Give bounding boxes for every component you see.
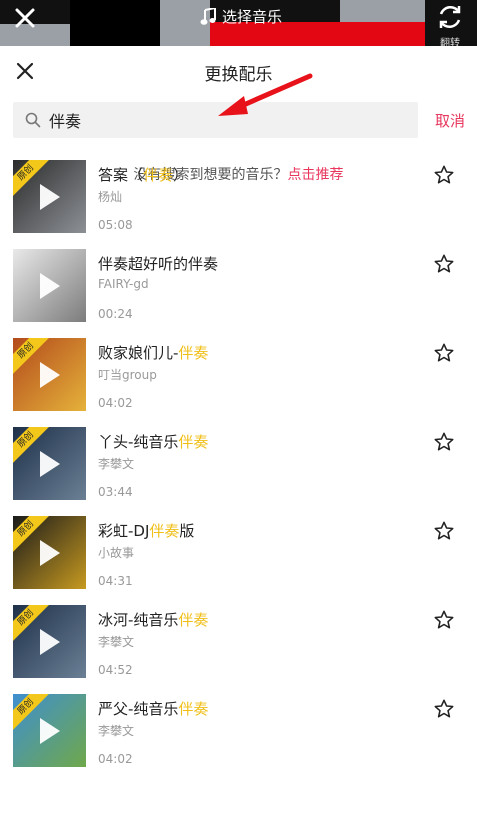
song-list: 原创 答案（伴奏） 杨灿 05:08 伴奏超好听的伴奏 FAIRY-gd 00:… <box>0 156 477 779</box>
song-title-highlight: 伴奏 <box>178 700 209 718</box>
song-artist: 李攀文 <box>98 635 135 649</box>
star-outline-icon[interactable] <box>433 342 455 364</box>
song-row[interactable]: 原创 冰河-纯音乐伴奏 李攀文 04:52 <box>0 601 477 690</box>
song-title-text: 冰河-纯音乐 <box>98 611 179 629</box>
play-icon[interactable] <box>40 629 60 655</box>
play-icon[interactable] <box>40 273 60 299</box>
star-outline-icon[interactable] <box>433 698 455 720</box>
song-title: 丫头-纯音乐伴奏 <box>98 431 208 452</box>
song-title: 冰河-纯音乐伴奏 <box>98 609 208 630</box>
song-cover[interactable]: 原创 <box>13 338 86 411</box>
sheet-title: 更换配乐 <box>204 65 273 85</box>
song-title-highlight: 伴奏 <box>178 344 209 362</box>
song-cover[interactable]: 原创 <box>13 694 86 767</box>
star-outline-icon[interactable] <box>433 520 455 542</box>
song-row[interactable]: 原创 严父-纯音乐伴奏 李攀文 04:02 <box>0 690 477 779</box>
song-title-text: 丫头-纯音乐 <box>98 433 179 451</box>
song-title-suffix: ） <box>173 166 189 184</box>
star-outline-icon[interactable] <box>433 431 455 453</box>
song-duration: 05:08 <box>98 218 133 232</box>
song-title: 伴奏超好听的伴奏 <box>98 253 218 274</box>
song-title-text: 严父-纯音乐 <box>98 700 179 718</box>
close-icon[interactable] <box>12 5 38 31</box>
flip-button[interactable]: 翻转 <box>433 2 467 46</box>
song-title-text: 彩虹-DJ <box>98 522 150 540</box>
song-title-suffix: 版 <box>179 522 195 540</box>
background-top-bar: 选择音乐 翻转 <box>0 0 477 46</box>
song-duration: 04:31 <box>98 574 133 588</box>
flip-label: 翻转 <box>440 38 460 46</box>
song-title-highlight: 伴奏 <box>143 166 174 184</box>
song-row[interactable]: 原创 彩虹-DJ伴奏版 小故事 04:31 <box>0 512 477 601</box>
select-music-title[interactable]: 选择音乐 <box>200 6 282 27</box>
song-duration: 03:44 <box>98 485 133 499</box>
song-artist: 李攀文 <box>98 457 135 471</box>
star-outline-icon[interactable] <box>433 609 455 631</box>
play-icon[interactable] <box>40 184 60 210</box>
song-cover[interactable]: 原创 <box>13 160 86 233</box>
song-row[interactable]: 原创 答案（伴奏） 杨灿 05:08 <box>0 156 477 245</box>
song-title-text: 答案（ <box>98 166 144 184</box>
music-note-icon <box>200 7 216 25</box>
song-title-highlight: 伴奏 <box>178 611 209 629</box>
song-artist: 杨灿 <box>98 190 123 204</box>
search-input[interactable] <box>49 110 389 130</box>
search-row: 取消 <box>0 98 477 148</box>
search-box[interactable] <box>13 102 418 138</box>
song-artist: 叮当group <box>98 368 157 382</box>
song-cover[interactable] <box>13 249 86 322</box>
cancel-button[interactable]: 取消 <box>435 110 465 131</box>
song-duration: 04:02 <box>98 752 133 766</box>
song-title-text: 败家娘们儿- <box>98 344 179 362</box>
song-title: 严父-纯音乐伴奏 <box>98 698 208 719</box>
song-cover[interactable]: 原创 <box>13 427 86 500</box>
song-row[interactable]: 伴奏超好听的伴奏 FAIRY-gd 00:24 <box>0 245 477 334</box>
song-title: 败家娘们儿-伴奏 <box>98 342 208 363</box>
star-outline-icon[interactable] <box>433 253 455 275</box>
select-music-label: 选择音乐 <box>222 8 283 26</box>
song-artist: FAIRY-gd <box>98 277 149 291</box>
flip-camera-icon <box>439 5 461 29</box>
song-row[interactable]: 原创 败家娘们儿-伴奏 叮当group 04:02 <box>0 334 477 423</box>
song-cover[interactable]: 原创 <box>13 516 86 589</box>
play-icon[interactable] <box>40 540 60 566</box>
song-duration: 00:24 <box>98 307 133 321</box>
song-artist: 李攀文 <box>98 724 135 738</box>
song-duration: 04:02 <box>98 396 133 410</box>
star-outline-icon[interactable] <box>433 164 455 186</box>
play-icon[interactable] <box>40 718 60 744</box>
song-title: 答案（伴奏） <box>98 164 188 185</box>
song-artist: 小故事 <box>98 546 135 560</box>
song-title-text: 伴奏超好听的伴奏 <box>98 255 219 273</box>
background-tile <box>70 0 160 46</box>
song-row[interactable]: 原创 丫头-纯音乐伴奏 李攀文 03:44 <box>0 423 477 512</box>
play-icon[interactable] <box>40 451 60 477</box>
play-icon[interactable] <box>40 362 60 388</box>
song-duration: 04:52 <box>98 663 133 677</box>
background-tile <box>340 0 425 22</box>
search-icon <box>25 112 41 128</box>
song-cover[interactable]: 原创 <box>13 605 86 678</box>
sheet-header: 更换配乐 <box>0 46 477 98</box>
song-title-highlight: 伴奏 <box>149 522 180 540</box>
song-title-highlight: 伴奏 <box>178 433 209 451</box>
song-title: 彩虹-DJ伴奏版 <box>98 520 194 541</box>
